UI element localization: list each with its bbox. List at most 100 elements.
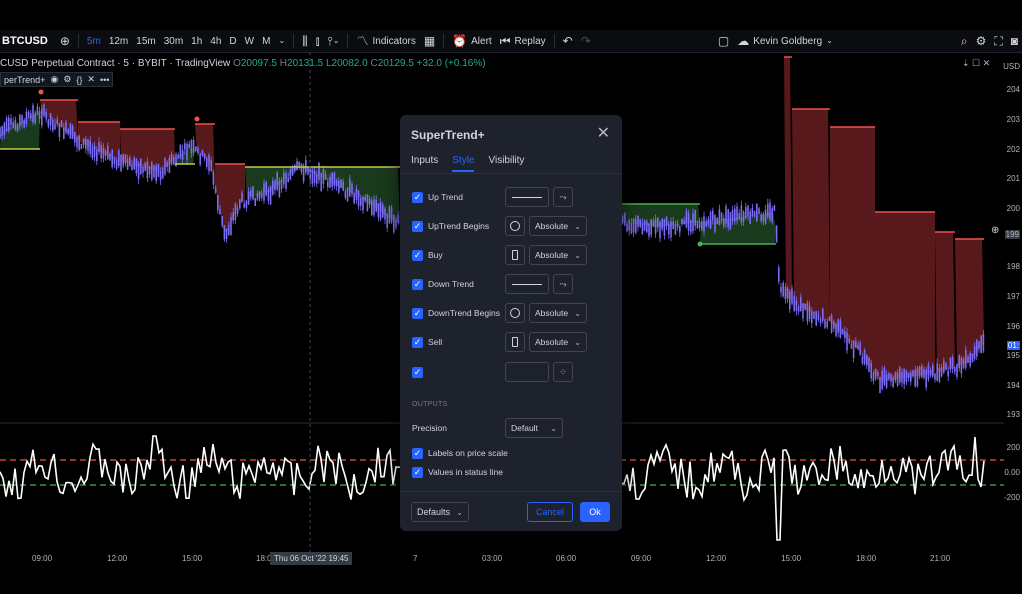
- candle-body: [159, 171, 162, 181]
- code-icon[interactable]: {}: [76, 75, 82, 85]
- indicator-settings-dialog: SuperTrend+ ✕ Inputs Style Visibility ✓ …: [400, 115, 622, 531]
- select-value: Absolute: [535, 308, 569, 318]
- interval-m[interactable]: M: [258, 30, 274, 52]
- defaults-button[interactable]: Defaults ⌄: [411, 502, 469, 522]
- candle-body: [769, 202, 771, 220]
- indicators-button[interactable]: 〽 Indicators: [352, 30, 419, 52]
- up-trend-checkbox[interactable]: ✓: [412, 191, 423, 203]
- gear-icon[interactable]: ⚙: [63, 74, 71, 85]
- candle-body: [676, 223, 679, 228]
- candle-body: [78, 135, 80, 150]
- fill-color-swatch[interactable]: [505, 362, 549, 382]
- sell-checkbox[interactable]: ✓: [412, 336, 423, 348]
- fill-checkbox[interactable]: ✓: [412, 366, 423, 378]
- candle-body: [976, 339, 978, 357]
- snapshot-button[interactable]: ◙: [1007, 30, 1022, 52]
- candle-body: [912, 370, 914, 377]
- undo-button[interactable]: ↶: [559, 30, 577, 52]
- ok-button[interactable]: Ok: [580, 502, 610, 522]
- eye-icon[interactable]: ◉: [50, 74, 58, 85]
- fullscreen-button[interactable]: ⛶: [990, 30, 1006, 52]
- settings-button[interactable]: ⚙: [972, 30, 991, 52]
- price-label: 200: [1006, 204, 1020, 213]
- sell-location[interactable]: Absolute ⌄: [529, 332, 587, 352]
- down-trend-plot-type[interactable]: ⤳: [553, 274, 573, 294]
- time-label: 09:00: [631, 554, 652, 563]
- candles-style-button[interactable]: ⫾: [312, 30, 324, 52]
- candle-body: [696, 221, 699, 229]
- candle-body: [5, 117, 8, 132]
- precision-select[interactable]: Default ⌄: [505, 418, 563, 438]
- downtrend-begins-shape[interactable]: [505, 303, 525, 323]
- label-shape-icon: [512, 250, 518, 260]
- uptrend-begins-checkbox[interactable]: ✓: [412, 220, 423, 232]
- interval-30m[interactable]: 30m: [160, 30, 187, 52]
- candle-body: [43, 104, 45, 117]
- separator: [553, 34, 555, 48]
- add-plus-icon[interactable]: ⊕: [991, 225, 999, 236]
- legend-title[interactable]: CUSD Perpetual Contract · 5 · BYBIT · Tr…: [0, 58, 230, 69]
- pane-controls[interactable]: ⇣ ☐ ✕: [962, 58, 990, 69]
- candle-body: [628, 220, 630, 231]
- buy-shape[interactable]: [505, 245, 525, 265]
- buy-checkbox[interactable]: ✓: [412, 249, 423, 261]
- tab-style[interactable]: Style: [452, 155, 475, 172]
- indicator-legend[interactable]: perTrend+ ◉ ⚙ {} ✕ •••: [0, 72, 114, 87]
- interval-dropdown[interactable]: ⌄: [274, 30, 289, 52]
- chart-type-button[interactable]: ⫯ ⌄: [324, 30, 344, 52]
- compare-symbol-button[interactable]: ⊕: [56, 30, 74, 52]
- close-icon[interactable]: ✕: [597, 126, 610, 142]
- buy-location[interactable]: Absolute ⌄: [529, 245, 587, 265]
- layout-button[interactable]: ▢: [714, 30, 733, 52]
- bars-style-button[interactable]: ⫼: [298, 30, 312, 52]
- candle-body: [3, 122, 6, 136]
- sell-shape[interactable]: [505, 332, 525, 352]
- interval-15m[interactable]: 15m: [132, 30, 159, 52]
- tab-inputs[interactable]: Inputs: [411, 155, 438, 172]
- symbol-search[interactable]: BTCUSD: [2, 35, 48, 47]
- down-trend-line-style[interactable]: [505, 274, 549, 294]
- up-trend-plot-type[interactable]: ⤳: [553, 187, 573, 207]
- trend-fill: [830, 127, 875, 375]
- close-icon[interactable]: ✕: [87, 74, 95, 85]
- templates-button[interactable]: ▦: [420, 30, 439, 52]
- tab-visibility[interactable]: Visibility: [488, 155, 524, 172]
- candle-body: [830, 314, 833, 333]
- circle-icon: [510, 308, 520, 318]
- candle-body: [210, 160, 212, 171]
- uptrend-begins-shape[interactable]: [505, 216, 525, 236]
- candle-body: [650, 219, 652, 235]
- downtrend-begins-location[interactable]: Absolute ⌄: [529, 303, 587, 323]
- row-label: Down Trend: [428, 279, 474, 289]
- candle-body: [665, 216, 668, 226]
- interval-12m[interactable]: 12m: [105, 30, 132, 52]
- uptrend-begins-location[interactable]: Absolute ⌄: [529, 216, 587, 236]
- price-scale[interactable]: USD 204 203 202 201 200 199 198 197 196 …: [1003, 52, 1022, 552]
- replay-button[interactable]: ⏮ Replay: [496, 30, 550, 52]
- downtrend-begins-checkbox[interactable]: ✓: [412, 307, 423, 319]
- legend-o-label: O: [233, 58, 241, 69]
- candle-body: [214, 187, 217, 193]
- more-icon[interactable]: •••: [100, 75, 109, 85]
- interval-4h[interactable]: 4h: [206, 30, 225, 52]
- candle-body: [47, 118, 50, 127]
- interval-1h[interactable]: 1h: [187, 30, 206, 52]
- fill-options[interactable]: ⁘: [553, 362, 573, 382]
- candle-body: [639, 219, 641, 227]
- search-button[interactable]: ⌕: [957, 30, 972, 52]
- redo-button[interactable]: ↷: [577, 30, 595, 52]
- cancel-button[interactable]: Cancel: [527, 502, 573, 522]
- candle-body: [837, 319, 839, 334]
- labels-on-price-scale-checkbox[interactable]: ✓: [412, 447, 423, 459]
- up-trend-line-style[interactable]: [505, 187, 549, 207]
- alert-button[interactable]: ⏰ Alert: [448, 30, 496, 52]
- interval-w[interactable]: W: [241, 30, 258, 52]
- osc-label: 200: [1006, 443, 1020, 452]
- account-button[interactable]: ☁ Kevin Goldberg ⌄: [733, 30, 837, 52]
- values-in-status-line-checkbox[interactable]: ✓: [412, 466, 423, 478]
- candle-body: [738, 212, 740, 219]
- down-trend-checkbox[interactable]: ✓: [412, 278, 423, 290]
- interval-5m[interactable]: 5m: [83, 30, 105, 52]
- select-value: Absolute: [535, 250, 569, 260]
- interval-d[interactable]: D: [225, 30, 240, 52]
